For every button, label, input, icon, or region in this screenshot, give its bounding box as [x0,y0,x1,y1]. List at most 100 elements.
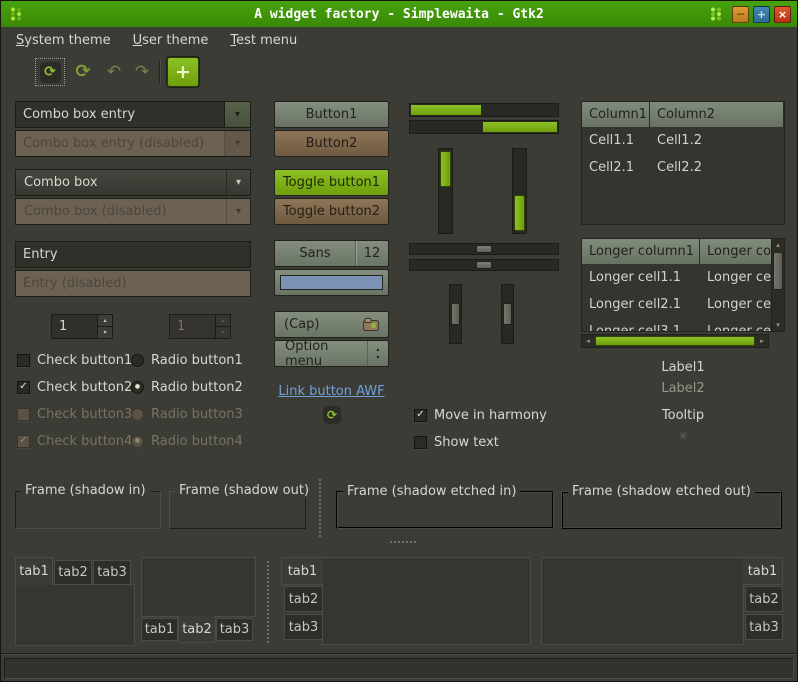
scroll-left-icon[interactable]: ◂ [582,335,594,347]
tab-tab1[interactable]: tab1 [743,557,783,585]
frame-shadow-in: Frame (shadow in) [15,491,161,529]
spin-down-icon[interactable]: ▾ [98,326,112,338]
tab-tab3[interactable]: tab3 [745,614,783,640]
button1[interactable]: Button1 [274,101,389,128]
button2[interactable]: Button2 [274,130,389,157]
tab-tab2[interactable]: tab2 [284,586,323,612]
tab-tab3[interactable]: tab3 [93,560,131,585]
entry-value: Entry [16,247,250,262]
table-row[interactable]: Cell2.1 Cell2.2 [582,154,784,181]
cell: Cell2.1 [582,154,650,181]
add-button[interactable]: + [167,57,199,87]
table-row[interactable]: Longer cell2.1 Longer ce [582,291,784,318]
treeview-vertical-scrollbar[interactable]: ▴ ▾ [771,239,784,331]
combo-box[interactable]: Combo box ▾ [15,169,251,196]
tab-tab3[interactable]: tab3 [216,618,253,641]
undo-button[interactable]: ↶ [101,59,127,85]
column-header[interactable]: Column1 [582,102,650,127]
table-row[interactable]: Longer cell3.1 Longer ce [582,318,784,332]
tab-tab1[interactable]: tab1 [281,557,323,585]
spin-button[interactable]: 1 ▴ ▾ [51,314,113,339]
vertical-scrollbar-1[interactable] [449,284,462,344]
awf-window: A widget factory - Simplewaita - Gtk2 ─ … [0,0,798,682]
refresh-tool-button[interactable]: ⟳ [35,58,65,86]
entry-disabled-value: Entry (disabled) [16,276,250,291]
scrollbar-handle[interactable] [503,303,512,325]
toggle-button2[interactable]: Toggle button2 [274,198,389,225]
scroll-down-icon[interactable]: ▾ [772,320,784,330]
column-header[interactable]: Longer column1 [582,239,700,264]
color-button[interactable] [274,269,389,296]
font-family-label: Sans [275,246,355,261]
file-chooser-label: (Cap) [284,317,319,332]
table-row[interactable]: Cell1.1 Cell1.2 [582,127,784,154]
radio-button2[interactable]: ● Radio button2 [131,379,243,395]
horizontal-scale-2[interactable] [409,259,559,271]
menu-test-menu[interactable]: Test menu [219,30,308,51]
scale-slider[interactable] [514,195,525,231]
table-row[interactable]: Longer cell1.1 Longer ce [582,264,784,291]
link-button[interactable]: Link button AWF [274,384,389,399]
checkbox-label: Move in harmony [434,408,547,423]
treeview-horizontal-scrollbar[interactable]: ◂ ▸ [581,334,769,348]
vertical-scrollbar-2[interactable] [501,284,514,344]
reload-tool-button[interactable]: ⟳ [69,59,97,85]
entry-field[interactable]: Entry [15,241,251,268]
menu-user-theme[interactable]: User theme [122,30,220,51]
progress-bar-1 [409,103,559,117]
recent-chooser-button[interactable]: ⟳ [322,405,342,425]
tab-tab2[interactable]: tab2 [54,560,92,585]
minimize-button[interactable]: ─ [732,6,749,23]
toggle-button1[interactable]: Toggle button1 [274,169,389,196]
spin-arrows[interactable]: ▴ ▾ [97,315,112,338]
tab-tab2[interactable]: tab2 [745,586,783,612]
tab-tab1[interactable]: tab1 [15,557,53,585]
scale-handle[interactable] [476,245,492,253]
scrollbar-handle[interactable] [773,252,783,290]
column-header[interactable]: Column2 [650,102,784,127]
titlebar[interactable]: A widget factory - Simplewaita - Gtk2 ─ … [1,1,797,27]
option-menu[interactable]: Option menu ▴ ▾ [274,340,389,367]
tooltip-label: Tooltip [581,408,785,423]
redo-button[interactable]: ↷ [129,59,155,85]
menu-system-theme[interactable]: System theme [5,30,122,51]
scrollbar-handle[interactable] [451,303,460,325]
maximize-button[interactable]: + [753,6,770,23]
treeview-2[interactable]: Longer column1 Longer col Longer cell1.1… [581,238,785,332]
combo-box-entry[interactable]: Combo box entry ▾ [15,101,251,128]
combo-box-arrow: ▾ [226,170,250,195]
checkbox-label: Check button2 [37,380,132,395]
spin-disabled-arrows: ▴ ▾ [215,315,230,338]
checkbox-indicator: ✓ [17,381,30,394]
treeview-1[interactable]: Column1 Column2 Cell1.1 Cell1.2 Cell2.1 … [581,101,785,225]
tab-tab2[interactable]: tab2 [178,616,216,643]
frame-label: Frame (shadow out) [175,483,313,498]
button-label: Toggle button1 [283,175,380,190]
checkbox-indicator: ✓ [17,435,30,448]
combo-box-value: Combo box [16,175,226,190]
scale-slider[interactable] [440,151,451,187]
window-menu-icon[interactable] [707,6,724,23]
scrollbar-handle[interactable] [595,336,755,346]
horizontal-scale-1[interactable] [409,243,559,255]
vertical-separator [319,479,321,537]
close-button[interactable]: × [774,6,791,23]
scale-handle[interactable] [476,261,492,269]
tab-tab1[interactable]: tab1 [141,618,178,641]
frame-label: Frame (shadow in) [21,483,150,498]
checkbox-show-text[interactable]: Show text [414,434,499,450]
radio-button1[interactable]: Radio button1 [131,352,243,368]
vertical-scale-1[interactable] [438,148,453,234]
spin-value: 1 [52,315,97,338]
scroll-up-icon[interactable]: ▴ [772,240,784,250]
vertical-scale-2[interactable] [512,148,527,234]
font-button[interactable]: Sans 12 [274,240,389,267]
checkbox-check-button1[interactable]: Check button1 [17,352,132,368]
file-chooser-button[interactable]: (Cap) [274,311,389,338]
checkbox-move-in-harmony[interactable]: ✓ Move in harmony [414,407,547,423]
checkbox-check-button2[interactable]: ✓ Check button2 [17,379,132,395]
combo-entry-arrow-button[interactable]: ▾ [224,102,250,127]
tab-tab3[interactable]: tab3 [284,614,323,640]
spin-up-icon[interactable]: ▴ [98,315,112,326]
scroll-right-icon[interactable]: ▸ [756,335,768,347]
